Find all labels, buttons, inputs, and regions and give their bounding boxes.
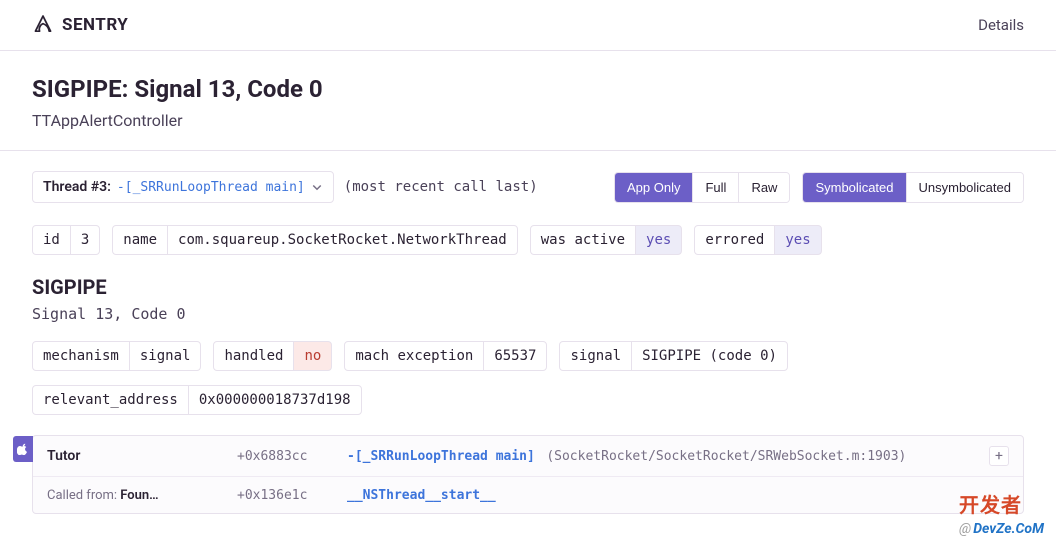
tag-handled: handledno	[213, 341, 332, 371]
tag-name: namecom.squareup.SocketRocket.NetworkThr…	[112, 225, 517, 255]
sentry-icon	[32, 14, 54, 36]
tag-id: id3	[32, 225, 100, 255]
main-content: Thread #3: -[_SRRunLoopThread main] (mos…	[0, 151, 1056, 534]
sentry-logo: SENTRY	[32, 14, 128, 36]
frame-address: +0x136e1c	[237, 488, 347, 503]
frame-function: -[_SRRunLoopThread main]	[347, 449, 535, 464]
brand-text: SENTRY	[62, 15, 128, 35]
tag-relevant-address: relevant_address0x000000018737d198	[32, 385, 362, 415]
view-mode-group: App Only Full Raw	[614, 172, 790, 203]
frame-row[interactable]: Called from: Foun… +0x136e1c __NSThread_…	[33, 476, 1023, 513]
thread-func: -[_SRRunLoopThread main]	[117, 180, 305, 195]
controls-row: Thread #3: -[_SRRunLoopThread main] (mos…	[32, 171, 1024, 203]
chevron-down-icon	[311, 181, 323, 193]
signal-subtitle: Signal 13, Code 0	[32, 305, 1024, 323]
symbolicated-button[interactable]: Symbolicated	[803, 173, 905, 202]
app-header: SENTRY Details	[0, 0, 1056, 51]
tag-errored: erroredyes	[694, 225, 821, 255]
symbolication-group: Symbolicated Unsymbolicated	[802, 172, 1024, 203]
stack-frames: Tutor +0x6883cc -[_SRRunLoopThread main]…	[32, 435, 1024, 514]
page-title: SIGPIPE: Signal 13, Code 0	[32, 75, 1024, 103]
frame-package: Tutor	[47, 448, 237, 464]
title-area: SIGPIPE: Signal 13, Code 0 TTAppAlertCon…	[0, 51, 1056, 151]
tag-was-active: was activeyes	[530, 225, 683, 255]
tag-mechanism: mechanismsignal	[32, 341, 201, 371]
frame-source: (SocketRocket/SocketRocket/SRWebSocket.m…	[546, 449, 906, 464]
address-tags: relevant_address0x000000018737d198	[32, 385, 1024, 415]
signal-title: SIGPIPE	[32, 275, 1024, 299]
apple-icon	[17, 443, 29, 455]
frame-address: +0x6883cc	[237, 449, 347, 464]
recent-call-note: (most recent call last)	[344, 179, 538, 195]
raw-button[interactable]: Raw	[738, 173, 789, 202]
full-button[interactable]: Full	[692, 173, 738, 202]
page-subtitle: TTAppAlertController	[32, 111, 1024, 130]
unsymbolicated-button[interactable]: Unsymbolicated	[906, 173, 1024, 202]
thread-tags: id3 namecom.squareup.SocketRocket.Networ…	[32, 225, 1024, 255]
frame-function: __NSThread__start__	[347, 488, 496, 503]
tag-mach-exception: mach exception65537	[344, 341, 547, 371]
platform-badge	[13, 436, 33, 462]
expand-frame-button[interactable]: +	[989, 446, 1009, 466]
tag-signal: signalSIGPIPE (code 0)	[559, 341, 787, 371]
thread-label: Thread #3:	[43, 179, 111, 195]
mechanism-tags: mechanismsignal handledno mach exception…	[32, 341, 1024, 371]
app-only-button[interactable]: App Only	[615, 173, 692, 202]
frame-row[interactable]: Tutor +0x6883cc -[_SRRunLoopThread main]…	[33, 436, 1023, 476]
details-link[interactable]: Details	[978, 16, 1024, 34]
frame-called-from: Called from: Foun…	[47, 488, 237, 503]
thread-select[interactable]: Thread #3: -[_SRRunLoopThread main]	[32, 171, 334, 203]
